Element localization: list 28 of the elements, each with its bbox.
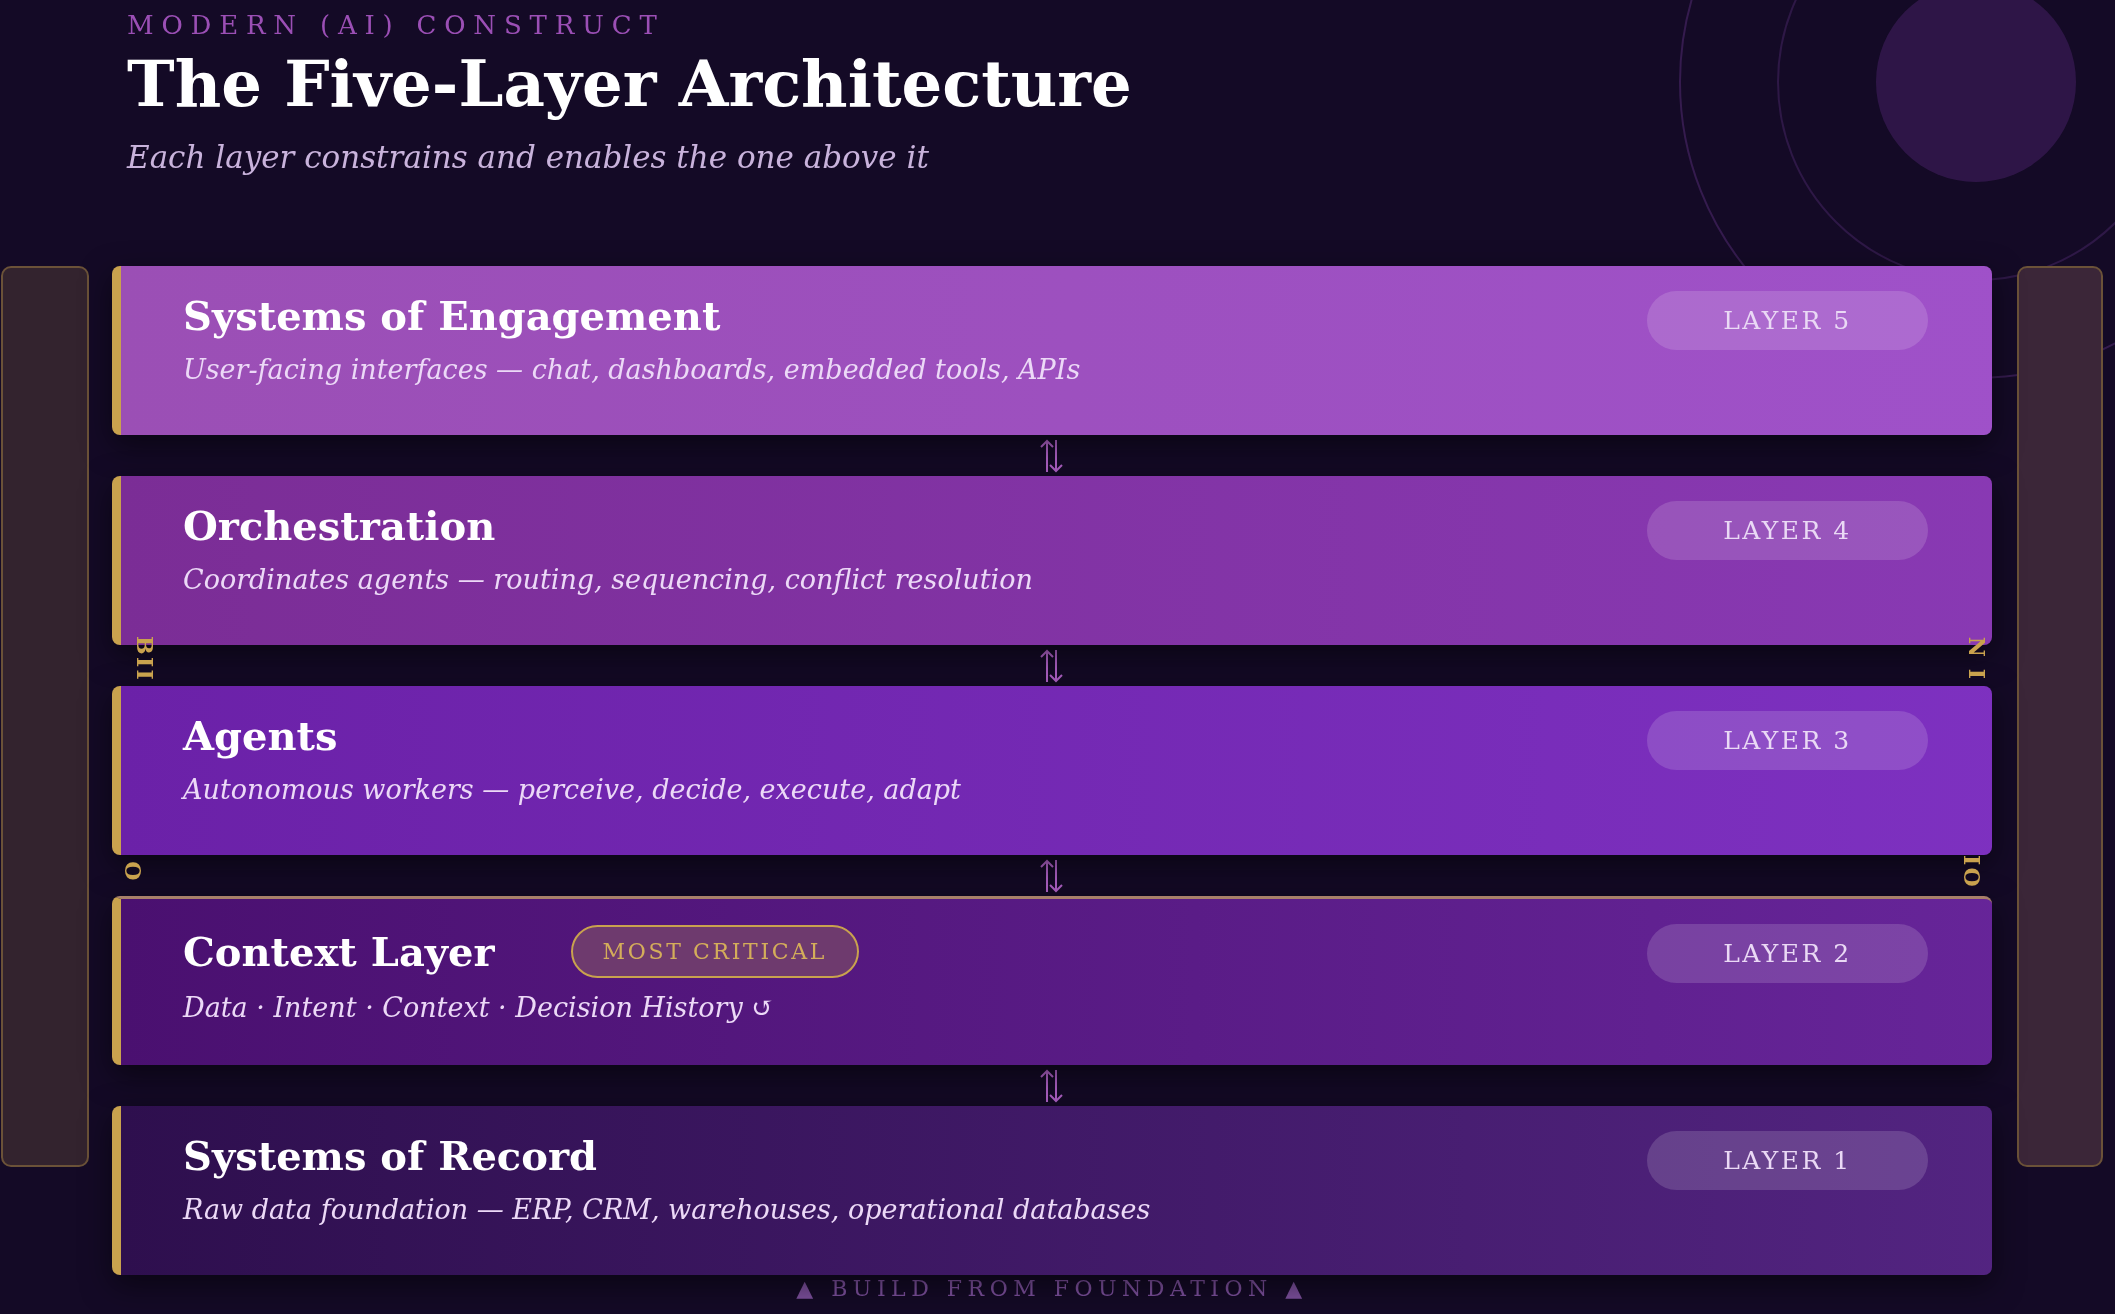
rail-label-fragment: BII	[133, 636, 156, 682]
layer-title: Context Layer	[183, 927, 495, 976]
layer-description: Autonomous workers — perceive, decide, execute, adapt	[183, 773, 961, 807]
layer-badge: LAYER 1	[1647, 1131, 1928, 1190]
layer-description: User-facing interfaces — chat, dashboards, embedded tools, APIs	[183, 353, 1081, 387]
layer-badge: LAYER 3	[1647, 711, 1928, 770]
up-down-arrows-icon	[1039, 1067, 1065, 1104]
rail-label-fragment: O	[121, 861, 144, 883]
page-title: The Five-Layer Architecture	[127, 49, 1133, 120]
rail-label-fragment: IO	[1960, 855, 1983, 889]
kicker-text: MODERN (AI) CONSTRUCT	[127, 10, 666, 42]
rail-label-fragment: N I	[1966, 636, 1989, 682]
layer-badge: LAYER 4	[1647, 501, 1928, 560]
layer-description: Coordinates agents — routing, sequencing, conflict resolution	[183, 563, 1033, 597]
up-down-arrows-icon	[1039, 857, 1065, 894]
layer-title: Agents	[183, 712, 338, 760]
up-down-arrows-icon	[1039, 647, 1065, 684]
layer-title: Systems of Engagement	[183, 292, 721, 340]
layer-description: Raw data foundation — ERP, CRM, warehouses, operational databases	[183, 1193, 1151, 1227]
layer-title: Orchestration	[183, 502, 496, 550]
layer-title: Systems of Record	[183, 1132, 597, 1180]
layer-badge: LAYER 2	[1647, 924, 1928, 983]
page-subtitle: Each layer constrains and enables the one above it	[127, 137, 930, 177]
footer-text: ▲ BUILD FROM FOUNDATION ▲	[796, 1278, 1308, 1300]
layer-badge: LAYER 5	[1647, 291, 1928, 350]
critical-tag: MOST CRITICAL	[570, 925, 859, 978]
layer-description: Data · Intent · Context · Decision History ↺	[183, 991, 775, 1025]
up-down-arrows-icon	[1039, 437, 1065, 474]
